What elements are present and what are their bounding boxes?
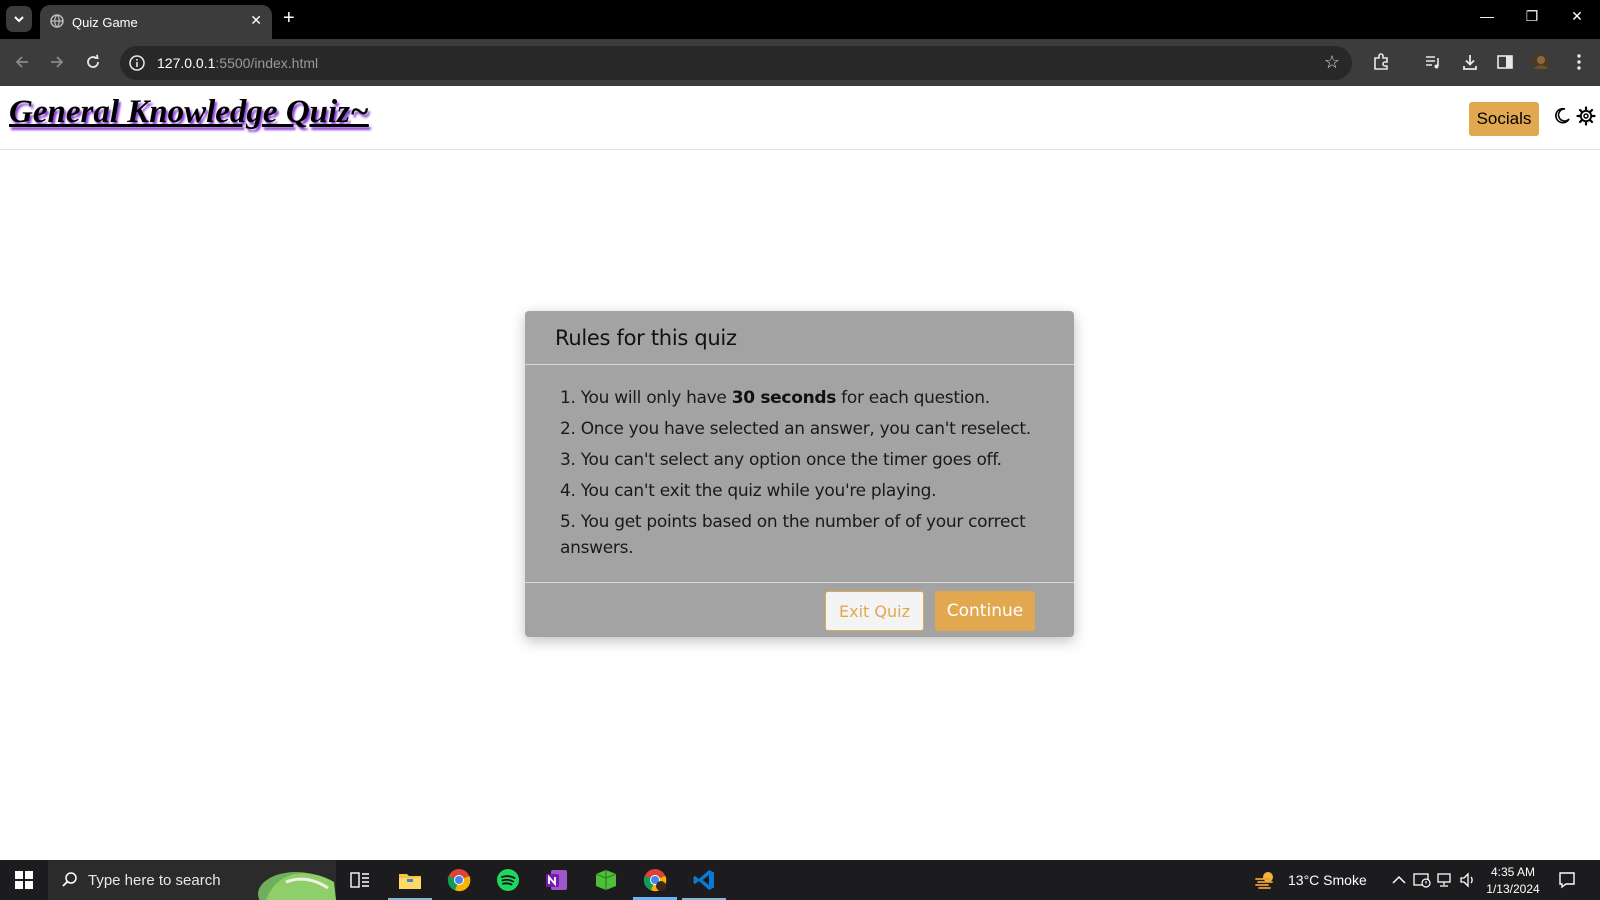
rule-item: 3. You can't select any option once the …	[560, 450, 1002, 470]
weather-text[interactable]: 13°C Smoke	[1288, 872, 1367, 888]
chevron-down-icon	[14, 16, 24, 23]
chevron-up-icon[interactable]	[1390, 871, 1408, 889]
search-icon	[62, 872, 77, 887]
volume-icon[interactable]	[1459, 871, 1477, 889]
search-placeholder: Type here to search	[88, 872, 221, 889]
rule-item: 5. You get points based on the number of…	[560, 512, 1026, 558]
browser-toolbar: 127.0.0.1:5500/index.html ☆	[0, 39, 1600, 86]
continue-button[interactable]: Continue	[935, 591, 1035, 631]
side-panel-icon[interactable]	[1494, 51, 1516, 73]
rule-text: for each question.	[836, 388, 990, 408]
download-icon[interactable]	[1459, 51, 1481, 73]
gear-icon[interactable]	[1576, 106, 1596, 126]
socials-button[interactable]: Socials	[1469, 102, 1539, 136]
weather-smoke-icon[interactable]	[1254, 869, 1276, 891]
page-viewport: General Knowledge Quiz~ Socials Rules fo…	[0, 86, 1600, 859]
rule-item: 2. Once you have selected an answer, you…	[560, 419, 1031, 439]
restore-icon[interactable]: ❐	[1517, 8, 1547, 25]
onenote-icon[interactable]	[543, 866, 571, 894]
modal-header: Rules for this quiz	[525, 311, 1074, 365]
clock-date: 1/13/2024	[1486, 882, 1540, 896]
clock-time: 4:35 AM	[1490, 865, 1536, 879]
arrow-right-icon	[51, 56, 64, 68]
tab-search-button[interactable]	[6, 6, 32, 32]
rules-modal: Rules for this quiz 1. You will only hav…	[525, 311, 1074, 637]
arrow-left-icon	[15, 56, 28, 68]
chrome-icon[interactable]	[445, 866, 473, 894]
info-icon[interactable]	[128, 54, 146, 72]
plus-icon[interactable]: +	[283, 8, 295, 28]
window-close-icon[interactable]: ✕	[1562, 8, 1592, 25]
address-bar[interactable]: 127.0.0.1:5500/index.html ☆	[120, 46, 1352, 80]
kebab-menu-icon[interactable]	[1568, 51, 1590, 73]
rule-highlight: 30 seconds	[731, 388, 837, 408]
moon-icon[interactable]	[1553, 107, 1571, 125]
chrome-active-icon[interactable]	[633, 866, 677, 900]
forward-button[interactable]	[46, 51, 68, 73]
minecraft-launcher-icon[interactable]	[592, 866, 620, 894]
minimize-icon[interactable]: —	[1472, 8, 1502, 24]
rules-list: 1. You will only have 30 seconds for eac…	[560, 385, 1055, 566]
browser-tab-strip: Quiz Game ✕ + — ❐ ✕	[0, 0, 1600, 39]
spotify-icon[interactable]	[494, 866, 522, 894]
notification-icon[interactable]	[1558, 871, 1576, 889]
vscode-icon[interactable]	[682, 866, 726, 900]
star-icon[interactable]: ☆	[1324, 52, 1340, 73]
file-explorer-icon[interactable]	[388, 866, 432, 900]
site-header: General Knowledge Quiz~ Socials	[0, 86, 1600, 150]
windows-taskbar: Type here to search 13°C Smoke 4:35 AM 1…	[0, 860, 1600, 900]
playlist-icon[interactable]	[1422, 51, 1444, 73]
avatar-icon[interactable]	[1530, 51, 1552, 73]
taskbar-search-input[interactable]: Type here to search	[48, 860, 336, 900]
tab-title: Quiz Game	[72, 15, 138, 30]
taskbar-clock[interactable]: 4:35 AM 1/13/2024	[1478, 864, 1548, 898]
windows-start-icon[interactable]	[15, 871, 33, 889]
site-title[interactable]: General Knowledge Quiz~	[9, 94, 369, 131]
search-highlight-icon	[258, 872, 336, 900]
globe-icon	[50, 14, 64, 28]
modal-footer: Exit Quiz Continue	[525, 582, 1074, 638]
close-icon[interactable]: ✕	[250, 12, 262, 29]
url-path: :5500/index.html	[215, 55, 319, 71]
defender-alert-icon[interactable]	[1413, 871, 1431, 889]
reload-icon	[87, 54, 99, 68]
modal-title: Rules for this quiz	[555, 326, 737, 350]
rule-item: 1. You will only have 30 seconds for eac…	[560, 385, 1055, 411]
network-icon[interactable]	[1436, 871, 1454, 889]
exit-quiz-button[interactable]: Exit Quiz	[825, 591, 924, 631]
back-button[interactable]	[11, 51, 33, 73]
url-text[interactable]: 127.0.0.1:5500/index.html	[157, 55, 318, 71]
puzzle-icon[interactable]	[1370, 51, 1392, 73]
browser-tab-active[interactable]: Quiz Game ✕	[40, 5, 272, 39]
rule-item: 4. You can't exit the quiz while you're …	[560, 481, 937, 501]
reload-button[interactable]	[82, 51, 104, 73]
task-view-icon[interactable]	[346, 866, 374, 894]
url-host: 127.0.0.1	[157, 55, 216, 71]
rule-text: 1. You will only have	[560, 388, 732, 408]
